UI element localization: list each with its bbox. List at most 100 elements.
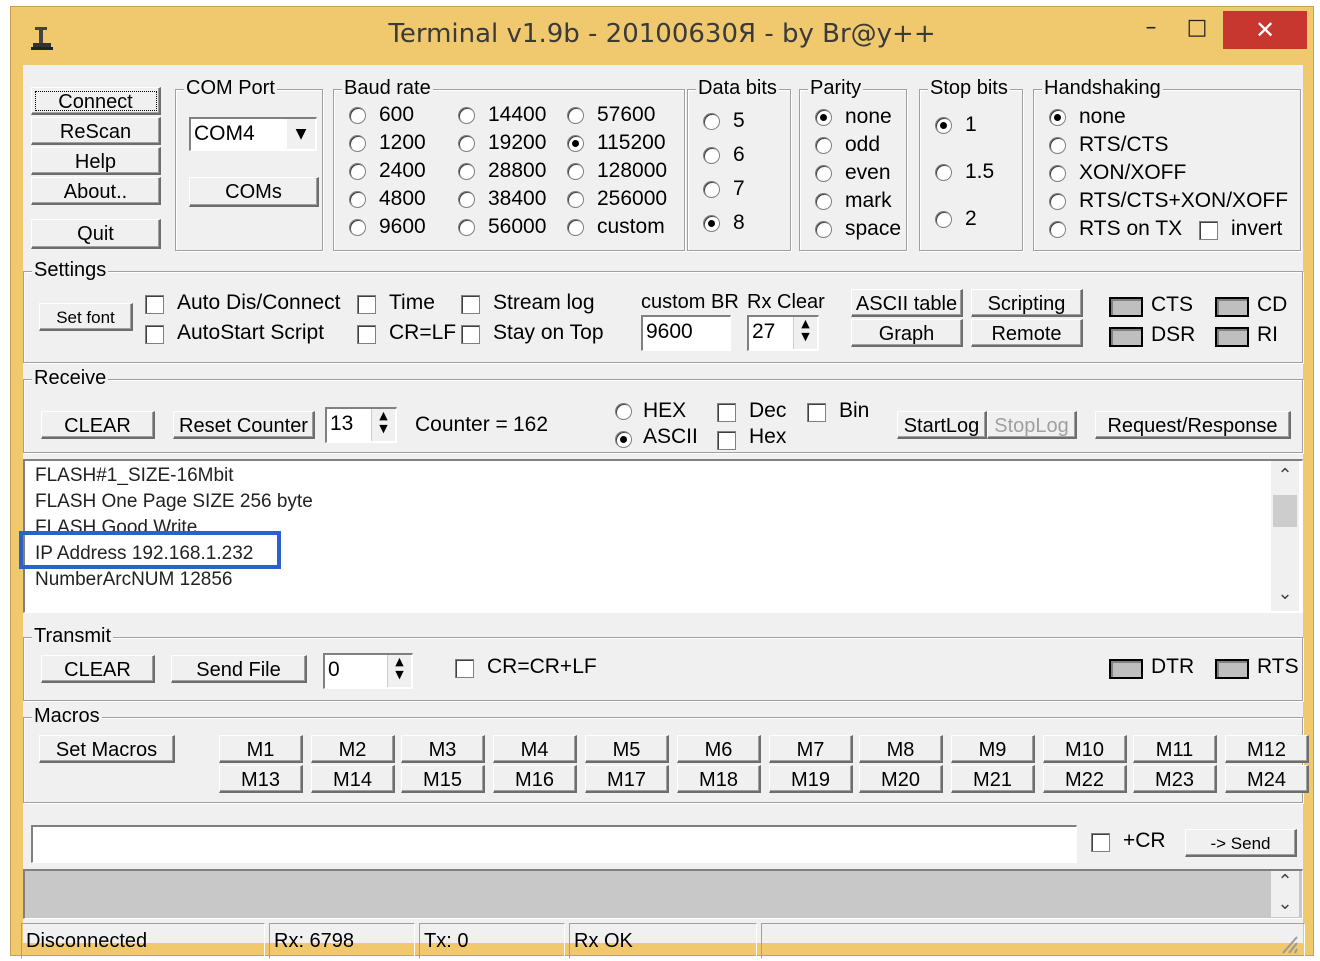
rx-clear-stepper[interactable]: ▲ ▼ [793,317,817,349]
cr-crlf-checkbox[interactable] [455,659,474,678]
receive-clear-button[interactable]: CLEAR [41,411,155,439]
resize-grip-icon[interactable] [1279,933,1299,955]
stoplog-button[interactable]: StopLog [987,411,1077,439]
parity-radio[interactable] [815,193,832,210]
macro-button-m16[interactable]: M16 [493,765,577,793]
help-button[interactable]: Help [31,147,161,175]
set-macros-button[interactable]: Set Macros [39,735,175,763]
close-button[interactable]: ✕ [1223,11,1307,49]
macro-button-m13[interactable]: M13 [219,765,303,793]
macro-button-m2[interactable]: M2 [311,735,395,763]
data-bits-radio[interactable] [703,113,720,130]
baud-radio[interactable] [349,135,366,152]
counter-stepper[interactable]: ▲ ▼ [371,409,395,441]
dtr-led-icon[interactable] [1109,659,1143,679]
connect-button[interactable]: Connect [31,87,161,115]
macro-button-m19[interactable]: M19 [769,765,853,793]
auto-dis-connect-checkbox[interactable] [145,295,164,314]
macro-button-m21[interactable]: M21 [951,765,1035,793]
cr-lf-checkbox[interactable] [357,325,376,344]
autostart-script-checkbox[interactable] [145,325,164,344]
stop-bits-radio[interactable] [935,211,952,228]
macro-button-m4[interactable]: M4 [493,735,577,763]
baud-radio[interactable] [567,191,584,208]
ascii-radio[interactable] [615,431,632,448]
custom-br-input[interactable]: 9600 [641,315,731,351]
baud-radio[interactable] [567,219,584,236]
stop-bits-radio[interactable] [935,117,952,134]
scroll-down-icon[interactable]: ⌄ [1271,583,1299,607]
send-file-button[interactable]: Send File [171,655,307,683]
reset-counter-button[interactable]: Reset Counter [173,411,315,439]
data-bits-radio[interactable] [703,181,720,198]
quit-button[interactable]: Quit [31,219,161,249]
minimize-button[interactable]: – [1131,11,1171,47]
aux-scroll-down-icon[interactable]: ⌄ [1271,893,1299,917]
baud-radio[interactable] [349,107,366,124]
stream-log-checkbox[interactable] [461,295,480,314]
maximize-button[interactable]: □ [1177,11,1217,47]
title-bar[interactable]: Terminal v1.9b - 20100630Я - by Br@y++ –… [11,7,1313,65]
macro-button-m1[interactable]: M1 [219,735,303,763]
aux-scroll-up-icon[interactable]: ⌃ [1271,871,1299,895]
stay-on-top-checkbox[interactable] [461,325,480,344]
baud-radio[interactable] [458,219,475,236]
remote-button[interactable]: Remote [971,319,1083,347]
scrollbar-thumb[interactable] [1273,495,1297,527]
scripting-button[interactable]: Scripting [971,289,1083,317]
macro-button-m14[interactable]: M14 [311,765,395,793]
parity-radio[interactable] [815,109,832,126]
baud-radio[interactable] [458,135,475,152]
auxiliary-scrollbar[interactable]: ⌃ ⌄ [1271,871,1299,917]
macro-button-m12[interactable]: M12 [1225,735,1309,763]
baud-radio[interactable] [567,135,584,152]
macro-button-m8[interactable]: M8 [859,735,943,763]
invert-checkbox[interactable] [1199,221,1218,240]
baud-radio[interactable] [458,191,475,208]
handshaking-radio[interactable] [1049,221,1066,238]
parity-radio[interactable] [815,165,832,182]
macro-button-m20[interactable]: M20 [859,765,943,793]
rts-led-icon[interactable] [1215,659,1249,679]
macro-button-m15[interactable]: M15 [401,765,485,793]
macro-button-m18[interactable]: M18 [677,765,761,793]
macro-button-m5[interactable]: M5 [585,735,669,763]
dec-checkbox[interactable] [717,403,736,422]
baud-radio[interactable] [567,163,584,180]
scroll-up-icon[interactable]: ⌃ [1271,465,1299,489]
about-button[interactable]: About.. [31,177,161,205]
plus-cr-checkbox[interactable] [1091,833,1110,852]
rescan-button[interactable]: ReScan [31,117,161,145]
graph-button[interactable]: Graph [851,319,963,347]
time-checkbox[interactable] [357,295,376,314]
receive-log[interactable]: FLASH#1_SIZE-16Mbit FLASH One Page SIZE 2… [19,459,1303,613]
macro-button-m10[interactable]: M10 [1043,735,1127,763]
macro-button-m7[interactable]: M7 [769,735,853,763]
macro-button-m3[interactable]: M3 [401,735,485,763]
macro-button-m22[interactable]: M22 [1043,765,1127,793]
baud-radio[interactable] [458,107,475,124]
bin-checkbox[interactable] [807,403,826,422]
receive-log-scrollbar[interactable]: ⌃ ⌄ [1271,461,1299,611]
chevron-down-icon[interactable]: ▼ [287,119,315,149]
handshaking-radio[interactable] [1049,137,1066,154]
macro-button-m23[interactable]: M23 [1133,765,1217,793]
data-bits-radio[interactable] [703,147,720,164]
ascii-table-button[interactable]: ASCII table [851,289,963,317]
handshaking-radio[interactable] [1049,109,1066,126]
macro-button-m6[interactable]: M6 [677,735,761,763]
send-button[interactable]: -> Send [1185,829,1297,857]
handshaking-radio[interactable] [1049,193,1066,210]
request-response-button[interactable]: Request/Response [1095,411,1291,439]
hex-checkbox[interactable] [717,431,736,450]
send-input[interactable] [31,825,1077,863]
macro-button-m17[interactable]: M17 [585,765,669,793]
transmit-clear-button[interactable]: CLEAR [41,655,155,683]
set-font-button[interactable]: Set font [39,303,133,331]
macro-button-m24[interactable]: M24 [1225,765,1309,793]
data-bits-radio[interactable] [703,215,720,232]
baud-radio[interactable] [349,191,366,208]
transmit-stepper[interactable]: ▲ ▼ [387,655,411,687]
baud-radio[interactable] [458,163,475,180]
coms-button[interactable]: COMs [189,177,319,207]
